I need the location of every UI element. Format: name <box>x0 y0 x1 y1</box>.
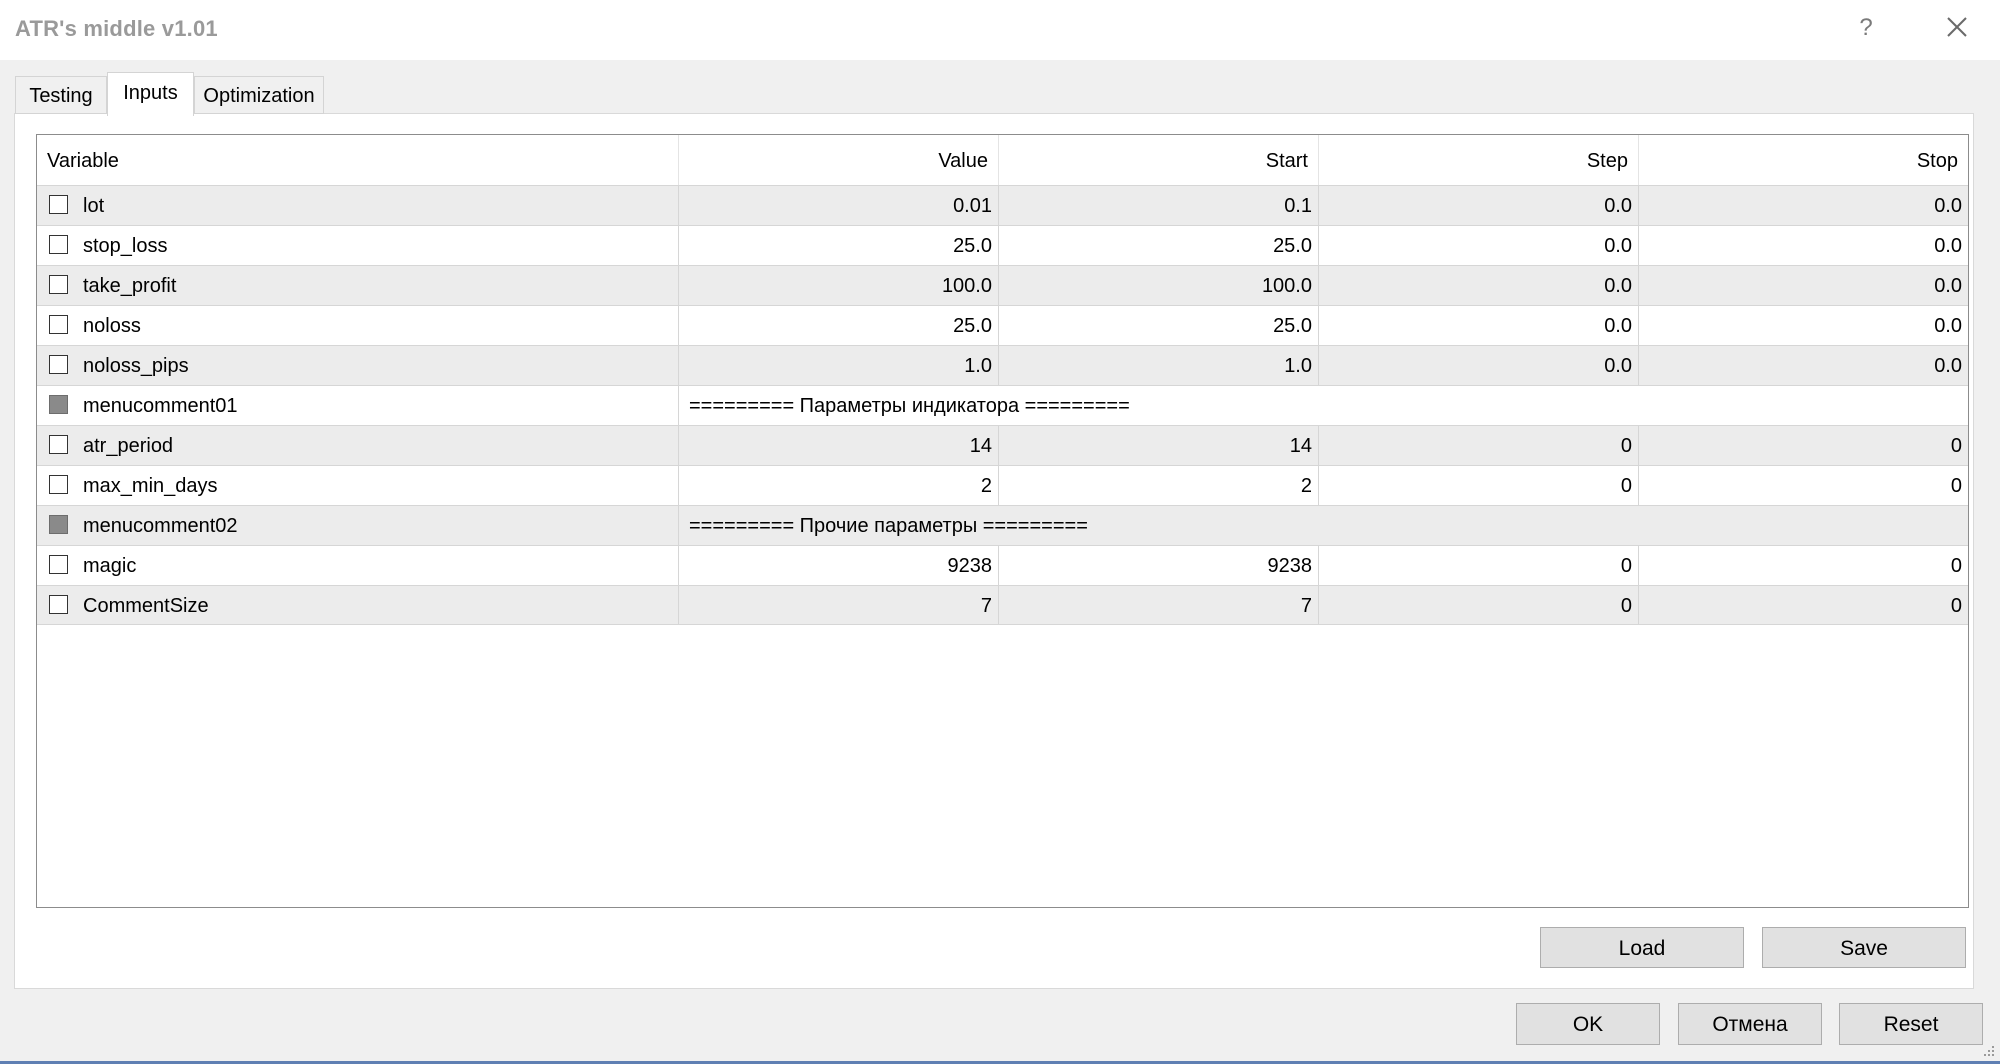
close-button[interactable] <box>1936 10 1976 46</box>
variable-name: menucomment01 <box>83 395 238 417</box>
table-row[interactable]: max_min_days 2 2 0 0 <box>37 465 1968 505</box>
variable-name: noloss_pips <box>83 355 189 377</box>
variable-name: magic <box>83 555 137 577</box>
help-button[interactable]: ? <box>1846 10 1886 46</box>
variable-name: CommentSize <box>83 595 209 617</box>
reset-button[interactable]: Reset <box>1839 1003 1983 1045</box>
value-cell[interactable]: 14 <box>678 426 998 465</box>
table-row[interactable]: atr_period 14 14 0 0 <box>37 425 1968 465</box>
variable-name: noloss <box>83 315 141 337</box>
resize-grip-icon <box>1984 1046 1994 1056</box>
step-cell[interactable]: 0.0 <box>1318 186 1638 225</box>
table-row-comment[interactable]: menucomment02 ========= Прочие параметры… <box>37 505 1968 545</box>
stop-cell[interactable]: 0.0 <box>1638 266 1968 305</box>
start-cell[interactable]: 25.0 <box>998 226 1318 265</box>
step-cell[interactable]: 0 <box>1318 426 1638 465</box>
start-cell[interactable]: 14 <box>998 426 1318 465</box>
column-header-start[interactable]: Start <box>998 135 1318 185</box>
start-cell[interactable]: 25.0 <box>998 306 1318 345</box>
stop-cell[interactable]: 0 <box>1638 466 1968 505</box>
start-cell[interactable]: 2 <box>998 466 1318 505</box>
table-row[interactable]: lot 0.01 0.1 0.0 0.0 <box>37 185 1968 225</box>
step-cell[interactable]: 0 <box>1318 586 1638 625</box>
value-cell[interactable]: 2 <box>678 466 998 505</box>
table-row[interactable]: take_profit 100.0 100.0 0.0 0.0 <box>37 265 1968 305</box>
variable-name: atr_period <box>83 435 174 457</box>
grid-header: Variable Value Start Step Stop <box>37 135 1968 185</box>
table-row[interactable]: noloss 25.0 25.0 0.0 0.0 <box>37 305 1968 345</box>
variable-name: lot <box>83 195 105 217</box>
comment-value[interactable]: ========= Параметры индикатора ========= <box>678 386 1968 425</box>
variable-name: max_min_days <box>83 475 218 497</box>
table-row[interactable]: stop_loss 25.0 25.0 0.0 0.0 <box>37 225 1968 265</box>
start-cell[interactable]: 1.0 <box>998 346 1318 385</box>
value-cell[interactable]: 7 <box>678 586 998 625</box>
value-cell[interactable]: 25.0 <box>678 306 998 345</box>
value-cell[interactable]: 9238 <box>678 546 998 585</box>
tab-inputs[interactable]: Inputs <box>107 72 194 116</box>
value-cell[interactable]: 25.0 <box>678 226 998 265</box>
resize-grip[interactable] <box>1978 1040 1996 1058</box>
save-button[interactable]: Save <box>1762 927 1966 968</box>
value-cell[interactable]: 100.0 <box>678 266 998 305</box>
stop-cell[interactable]: 0.0 <box>1638 346 1968 385</box>
table-row[interactable]: noloss_pips 1.0 1.0 0.0 0.0 <box>37 345 1968 385</box>
stop-cell[interactable]: 0 <box>1638 426 1968 465</box>
value-cell[interactable]: 0.01 <box>678 186 998 225</box>
table-row[interactable]: CommentSize 7 7 0 0 <box>37 585 1968 625</box>
step-cell[interactable]: 0.0 <box>1318 346 1638 385</box>
column-header-variable[interactable]: Variable <box>37 135 678 185</box>
stop-cell[interactable]: 0.0 <box>1638 186 1968 225</box>
step-cell[interactable]: 0.0 <box>1318 266 1638 305</box>
close-icon <box>1947 17 1967 37</box>
start-cell[interactable]: 100.0 <box>998 266 1318 305</box>
stop-cell[interactable]: 0.0 <box>1638 226 1968 265</box>
table-row-comment[interactable]: menucomment01 ========= Параметры индика… <box>37 385 1968 425</box>
step-cell[interactable]: 0 <box>1318 546 1638 585</box>
column-header-stop[interactable]: Stop <box>1638 135 1968 185</box>
title-bar: ATR's middle v1.01 ? <box>0 0 2000 60</box>
step-cell[interactable]: 0.0 <box>1318 306 1638 345</box>
variable-name: menucomment02 <box>83 515 238 537</box>
stop-cell[interactable]: 0.0 <box>1638 306 1968 345</box>
step-cell[interactable]: 0.0 <box>1318 226 1638 265</box>
tab-testing[interactable]: Testing <box>15 76 107 114</box>
start-cell[interactable]: 0.1 <box>998 186 1318 225</box>
table-row[interactable]: magic 9238 9238 0 0 <box>37 545 1968 585</box>
column-header-step[interactable]: Step <box>1318 135 1638 185</box>
grid-rows: lot 0.01 0.1 0.0 0.0 stop_loss 25.0 25.0… <box>37 185 1968 625</box>
window-title: ATR's middle v1.01 <box>15 16 218 41</box>
ok-button[interactable]: OK <box>1516 1003 1660 1045</box>
stop-cell[interactable]: 0 <box>1638 586 1968 625</box>
inputs-grid[interactable]: Variable Value Start Step Stop lot 0.01 … <box>36 134 1969 908</box>
step-cell[interactable]: 0 <box>1318 466 1638 505</box>
variable-name: stop_loss <box>83 235 168 257</box>
start-cell[interactable]: 7 <box>998 586 1318 625</box>
tab-optimization[interactable]: Optimization <box>194 76 324 114</box>
cancel-button[interactable]: Отмена <box>1678 1003 1822 1045</box>
value-cell[interactable]: 1.0 <box>678 346 998 385</box>
start-cell[interactable]: 9238 <box>998 546 1318 585</box>
load-button[interactable]: Load <box>1540 927 1744 968</box>
comment-value[interactable]: ========= Прочие параметры ========= <box>678 506 1968 545</box>
stop-cell[interactable]: 0 <box>1638 546 1968 585</box>
variable-name: take_profit <box>83 275 177 297</box>
column-header-value[interactable]: Value <box>678 135 998 185</box>
